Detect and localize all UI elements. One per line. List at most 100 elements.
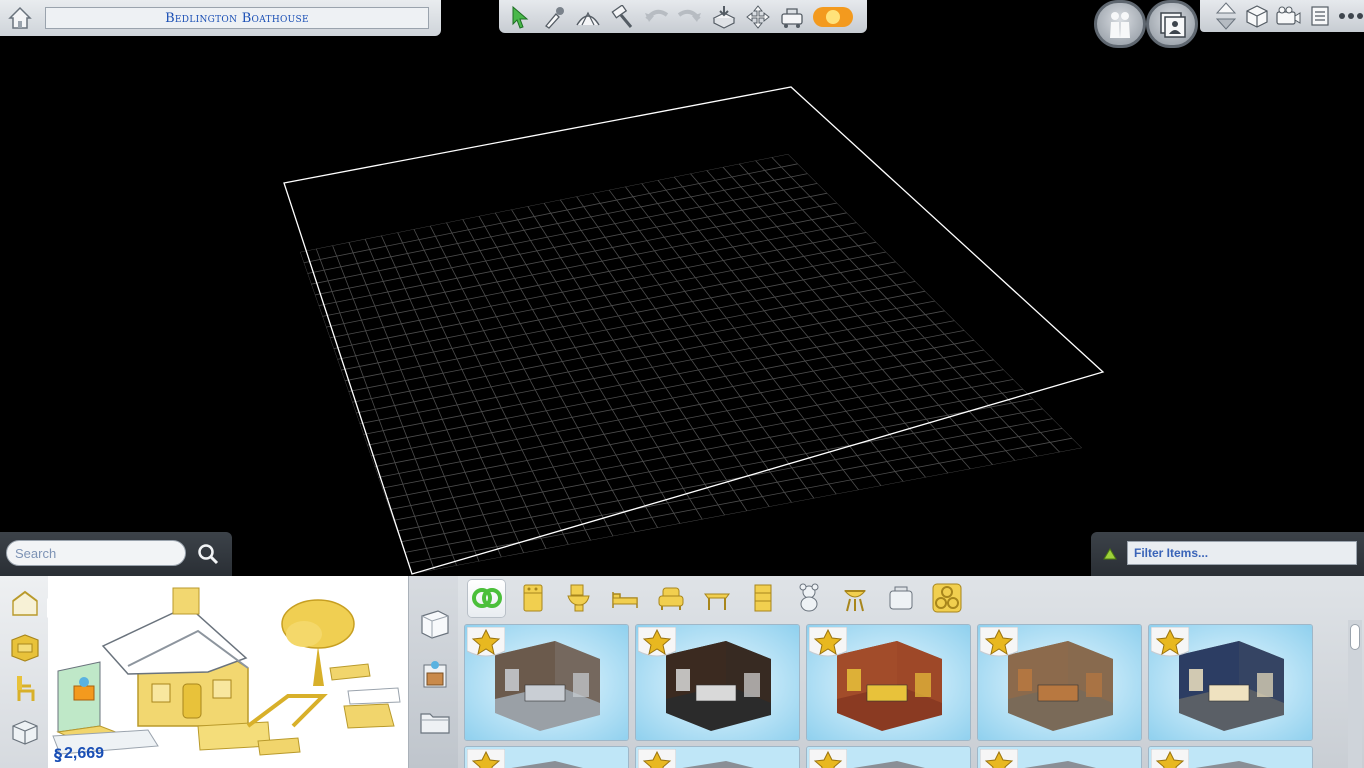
category-living-room[interactable]	[652, 580, 689, 617]
eyedropper-icon	[545, 6, 564, 29]
room-tile-next-row[interactable]	[1148, 746, 1313, 768]
room-tile-kitchen-room-5[interactable]	[1148, 624, 1313, 741]
chair-icon	[17, 676, 35, 701]
featured-star-icon	[1151, 627, 1189, 657]
room-tile-next-row[interactable]	[635, 746, 800, 768]
featured-star-icon	[980, 627, 1018, 657]
category-lot[interactable]	[882, 580, 919, 617]
camera-icon	[1276, 6, 1301, 25]
featured-star-icon	[1151, 749, 1189, 768]
search-icon	[198, 544, 219, 565]
select-arrow-icon	[512, 5, 529, 29]
home-icon	[8, 6, 32, 29]
wall-view-button[interactable]	[1245, 3, 1270, 29]
featured-star-icon	[638, 627, 676, 657]
room-tile-next-row[interactable]	[806, 746, 971, 768]
lot-traits-button[interactable]	[777, 3, 807, 31]
eyedropper-button[interactable]	[539, 3, 569, 31]
floor-up-down-button[interactable]	[1214, 2, 1239, 30]
teddy-bear-icon	[799, 583, 818, 612]
folder-icon	[420, 713, 450, 734]
category-bedroom[interactable]	[606, 580, 643, 617]
room-cube-icon	[421, 610, 449, 639]
dining-table-icon	[703, 593, 730, 610]
lot-traits-icon	[781, 7, 803, 28]
lot-name-field[interactable]: Bedlington Boathouse	[45, 7, 429, 29]
funds-amount: 2,669	[64, 745, 105, 762]
scrollbar-thumb[interactable]	[1350, 624, 1360, 650]
furnished-room-button[interactable]	[417, 656, 453, 692]
lot-info-panel: Bedlington Boathouse	[0, 0, 441, 36]
house-preview[interactable]: § 2,669	[48, 576, 408, 768]
room-tile-next-row[interactable]	[464, 746, 629, 768]
featured-star-icon	[467, 749, 505, 768]
room-catalog-button[interactable]	[8, 630, 42, 664]
lot-grid-view[interactable]	[0, 0, 1364, 576]
kitchen-icon	[523, 584, 542, 612]
gallery-button[interactable]	[1146, 0, 1198, 48]
catalog-scrollbar[interactable]	[1348, 620, 1362, 768]
grill-icon	[843, 590, 866, 612]
lot-grid-lines	[300, 154, 1082, 574]
place-on-lot-button[interactable]	[709, 3, 739, 31]
search-button[interactable]	[194, 540, 222, 568]
room-tile-kitchen-room-3[interactable]	[806, 624, 971, 741]
room-catalog-icon	[11, 634, 39, 662]
room-tile-kitchen-room-2[interactable]	[635, 624, 800, 741]
more-options-button[interactable]	[1338, 3, 1364, 29]
box-icon	[12, 720, 38, 745]
category-kids-room[interactable]	[790, 580, 827, 617]
bookcase-icon	[754, 584, 771, 612]
category-room-packs[interactable]	[928, 580, 965, 617]
list-icon	[1311, 6, 1329, 26]
build-mode-screen: Bedlington Boathouse Search Filter Items…	[0, 0, 1364, 768]
catalog-search-panel	[0, 532, 232, 576]
room-tile-kitchen-room-1[interactable]	[464, 624, 629, 741]
category-bathroom[interactable]	[560, 580, 597, 617]
manage-households-button[interactable]	[1094, 0, 1146, 48]
room-tile-kitchen-room-4[interactable]	[977, 624, 1142, 741]
design-tool-button[interactable]	[573, 3, 603, 31]
sledgehammer-button[interactable]	[607, 3, 637, 31]
build-room-button[interactable]	[417, 606, 453, 642]
household-funds: § 2,669	[54, 744, 104, 764]
design-tool-icon	[576, 11, 600, 25]
lot-boundary	[283, 86, 1105, 575]
time-of-day-button[interactable]	[811, 3, 855, 31]
storage-catalog-button[interactable]	[8, 714, 42, 748]
catalog-mode-rail	[0, 576, 48, 768]
undo-button[interactable]	[641, 3, 671, 31]
filter-items-input[interactable]	[1127, 541, 1357, 565]
category-study[interactable]	[744, 580, 781, 617]
search-input[interactable]	[6, 540, 186, 566]
gallery-icon	[1160, 12, 1186, 38]
list-button[interactable]	[1307, 3, 1332, 29]
select-tool-button[interactable]	[505, 3, 535, 31]
simoleon-icon: §	[54, 744, 62, 764]
expand-filter-icon[interactable]	[1103, 548, 1117, 560]
floor-up-down-icon	[1216, 2, 1237, 30]
objects-catalog-button[interactable]	[8, 672, 42, 706]
armchair-icon	[658, 587, 683, 610]
home-button[interactable]	[5, 3, 35, 33]
my-library-button[interactable]	[417, 704, 453, 740]
bed-icon	[611, 592, 638, 608]
filter-panel	[1091, 532, 1364, 576]
category-all[interactable]	[468, 579, 505, 617]
build-catalog-panel: § 2,669	[0, 576, 1364, 768]
featured-star-icon	[809, 627, 847, 657]
category-kitchen[interactable]	[514, 580, 551, 617]
room-tile-next-row[interactable]	[977, 746, 1142, 768]
move-building-button[interactable]	[743, 3, 773, 31]
camera-button[interactable]	[1275, 3, 1301, 29]
category-outdoor[interactable]	[836, 580, 873, 617]
place-on-lot-icon	[712, 5, 736, 29]
build-toolbar	[499, 0, 867, 33]
undo-icon	[645, 9, 669, 22]
category-dining[interactable]	[698, 580, 735, 617]
room-build-mode-button[interactable]	[8, 586, 42, 620]
sledgehammer-icon	[611, 4, 633, 28]
lot-name: Bedlington Boathouse	[165, 10, 309, 26]
house-icon	[12, 590, 38, 616]
redo-button[interactable]	[675, 3, 705, 31]
